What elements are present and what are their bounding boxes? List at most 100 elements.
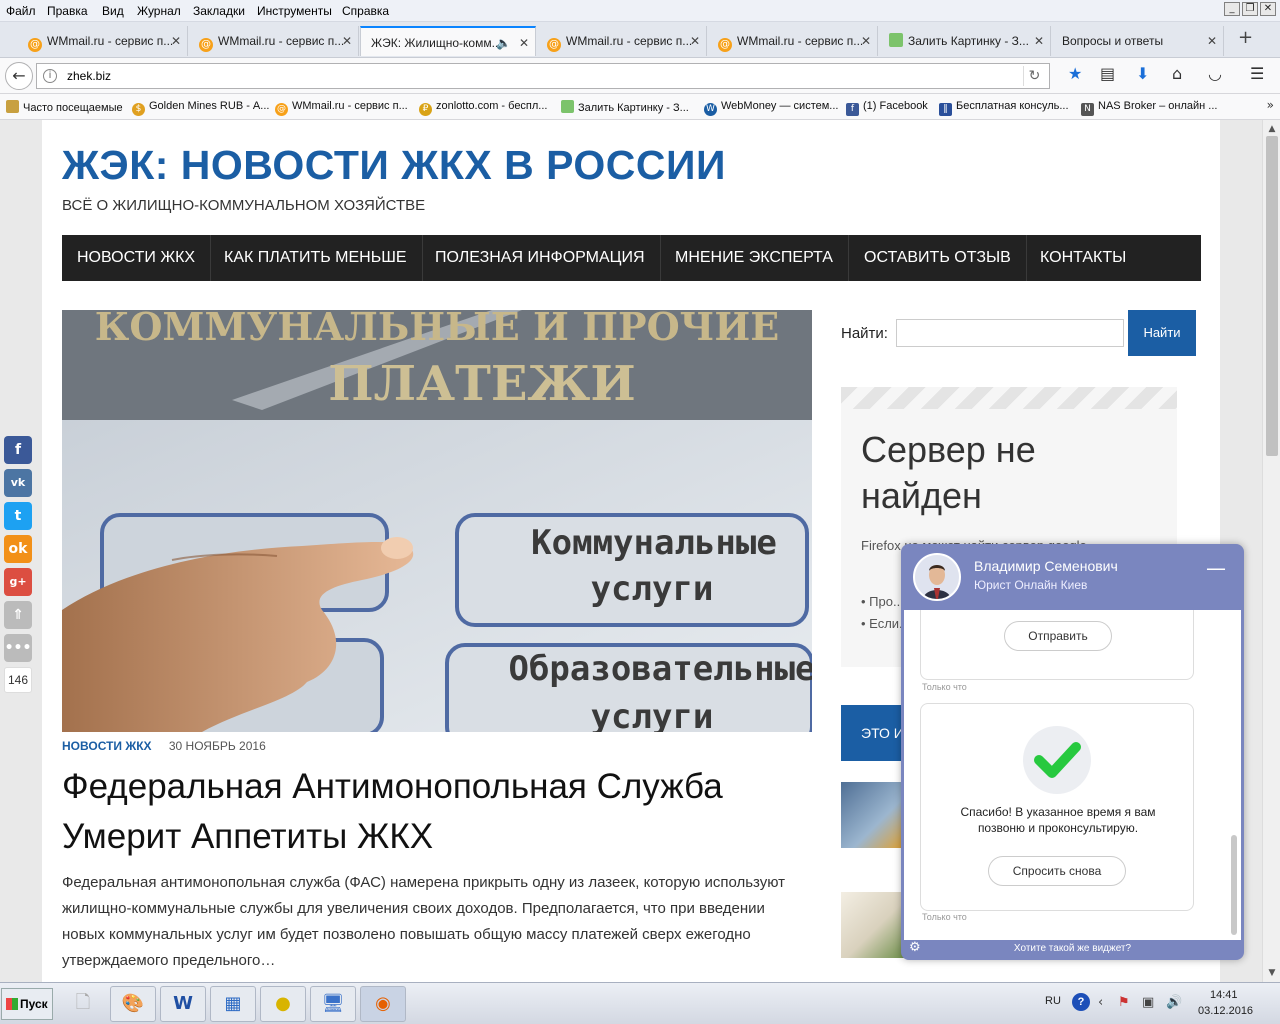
nav-expert-opinion[interactable]: МНЕНИЕ ЭКСПЕРТА	[660, 235, 849, 281]
firefox-icon[interactable]: ◉	[360, 986, 406, 1022]
nav-useful-info[interactable]: ПОЛЕЗНАЯ ИНФОРМАЦИЯ	[420, 235, 661, 281]
scroll-up-icon[interactable]: ▲	[1265, 122, 1279, 136]
bookmark-item[interactable]: W WebMoney — систем...	[704, 100, 838, 116]
odnoklassniki-icon[interactable]: ok	[4, 535, 32, 563]
scroll-thumb[interactable]	[1266, 136, 1278, 456]
close-tab-icon[interactable]: ✕	[690, 26, 700, 56]
paint-icon[interactable]: 🎨	[110, 986, 156, 1022]
bookmark-item[interactable]: Залить Картинку - З...	[561, 100, 689, 114]
tab-wmmail-3[interactable]: @ WMmail.ru - сервис п... ✕	[537, 26, 707, 56]
menu-history[interactable]: Журнал	[137, 4, 181, 18]
nav-contacts[interactable]: КОНТАКТЫ	[1025, 235, 1141, 281]
vk-icon[interactable]: vk	[4, 469, 32, 497]
expand-tray-icon[interactable]: ‹	[1098, 995, 1103, 1010]
consultant-role: Юрист Онлайн Киев	[974, 578, 1088, 592]
downloads-icon[interactable]: ⬇	[1136, 64, 1149, 83]
post-thumbnail[interactable]	[841, 892, 905, 958]
menu-edit[interactable]: Правка	[47, 4, 88, 18]
page-scrollbar[interactable]: ▲ ▼	[1262, 120, 1280, 982]
bookmark-item[interactable]: @ WMmail.ru - сервис п...	[275, 100, 408, 116]
close-tab-icon[interactable]: ✕	[342, 26, 352, 56]
remote-desktop-icon[interactable]: 🖥	[310, 986, 356, 1022]
ghost-vpn-icon[interactable]: ●	[260, 986, 306, 1022]
more-dots-icon[interactable]: •••	[4, 634, 32, 662]
clock-date[interactable]: 03.12.2016	[1198, 1005, 1253, 1017]
send-button[interactable]: Отправить	[1004, 621, 1112, 651]
tab-questions[interactable]: Вопросы и ответы ✕	[1052, 26, 1224, 56]
help-icon[interactable]: ?	[1072, 993, 1090, 1011]
network-icon[interactable]: ▣	[1142, 995, 1154, 1010]
close-tab-icon[interactable]: ✕	[861, 26, 871, 56]
tab-upload-image[interactable]: Залить Картинку - З... ✕	[879, 26, 1051, 56]
word-icon[interactable]: W	[160, 986, 206, 1022]
menu-bookmarks[interactable]: Закладки	[193, 4, 245, 18]
start-button[interactable]: Пуск	[1, 988, 53, 1020]
bookmark-item[interactable]: N NAS Broker – онлайн ...	[1081, 100, 1217, 116]
close-tab-icon[interactable]: ✕	[1207, 26, 1217, 56]
search-input[interactable]	[896, 319, 1124, 347]
close-tab-icon[interactable]: ✕	[171, 26, 181, 56]
widget-promo-link[interactable]: Хотите такой же виджет?	[901, 940, 1244, 960]
close-tab-icon[interactable]: ✕	[1034, 26, 1044, 56]
clock-time[interactable]: 14:41	[1210, 989, 1238, 1001]
speaker-icon[interactable]: 🔈	[496, 28, 511, 56]
collapse-up-icon[interactable]: ⇑	[4, 601, 32, 629]
post-category[interactable]: НОВОСТИ ЖКХ	[62, 739, 152, 753]
bookmark-item[interactable]: ₽ zonlotto.com - беспл...	[419, 100, 547, 116]
bookmark-label: WMmail.ru - сервис п...	[292, 100, 408, 112]
bookmark-item[interactable]: Часто посещаемые	[6, 100, 123, 114]
post-thumbnail[interactable]	[841, 782, 905, 848]
bookmark-star-icon[interactable]: ★	[1068, 64, 1082, 83]
windows-taskbar: Пуск 🗋 🎨 W ▦ ● 🖥 ◉ RU ? ‹ ⚑ ▣ 🔊 14:41 03…	[0, 982, 1280, 1024]
bookmark-item[interactable]: f (1) Facebook	[846, 100, 928, 116]
warning-stripes	[841, 387, 1177, 409]
nav-news[interactable]: НОВОСТИ ЖКХ	[62, 235, 212, 281]
new-tab-icon[interactable]: +	[1238, 27, 1253, 48]
back-icon[interactable]: ←	[5, 62, 33, 90]
menu-view[interactable]: Вид	[102, 4, 124, 18]
language-indicator[interactable]: RU	[1045, 995, 1061, 1007]
tab-wmmail-2[interactable]: @ WMmail.ru - сервис п... ✕	[189, 26, 359, 56]
bookmark-label: (1) Facebook	[863, 100, 928, 112]
nav-pay-less[interactable]: КАК ПЛАТИТЬ МЕНЬШЕ	[209, 235, 423, 281]
search-button[interactable]: Найти	[1128, 310, 1196, 356]
scroll-down-icon[interactable]: ▼	[1265, 966, 1279, 980]
reload-icon[interactable]: ↻	[1023, 66, 1045, 86]
close-tab-icon[interactable]: ✕	[519, 28, 529, 56]
tab-wmmail-1[interactable]: @ WMmail.ru - сервис п... ✕	[18, 26, 188, 56]
control-panel-icon[interactable]: ▦	[210, 986, 256, 1022]
featured-image[interactable]: КОММУНАЛЬНЫЕ И ПРОЧИЕ ПЛАТЕЖИ Коммунальн…	[62, 310, 812, 732]
home-icon[interactable]: ⌂	[1172, 64, 1182, 83]
tab-zhek-active[interactable]: ЖЭК: Жилищно-комм... 🔈 ✕	[360, 26, 536, 56]
post-title[interactable]: Федеральная Антимонопольная Служба Умери…	[62, 762, 812, 862]
more-bookmarks-icon[interactable]: »	[1267, 98, 1274, 112]
minimize-icon[interactable]: _	[1224, 2, 1240, 16]
restore-icon[interactable]: ❐	[1242, 2, 1258, 16]
bookmark-item[interactable]: $ Golden Mines RUB - А...	[132, 100, 269, 116]
chat-scrollbar[interactable]	[1231, 835, 1237, 935]
library-icon[interactable]: ▤	[1100, 64, 1115, 83]
tab-wmmail-4[interactable]: @ WMmail.ru - сервис п... ✕	[708, 26, 878, 56]
document-icon[interactable]: 🗋	[60, 986, 106, 1022]
volume-icon[interactable]: 🔊	[1166, 995, 1182, 1010]
menu-file[interactable]: Файл	[6, 4, 36, 18]
facebook-icon[interactable]: f	[4, 436, 32, 464]
url-bar[interactable]: i zhek.biz ↻	[36, 63, 1050, 89]
hamburger-menu-icon[interactable]: ☰	[1250, 64, 1264, 83]
google-plus-icon[interactable]: g+	[4, 568, 32, 596]
ask-again-button[interactable]: Спросить снова	[988, 856, 1126, 886]
flag-icon[interactable]: ⚑	[1118, 995, 1130, 1010]
site-title[interactable]: ЖЭК: НОВОСТИ ЖКХ В РОССИИ	[62, 142, 726, 189]
bookmark-item[interactable]: ‖ Бесплатная консуль...	[939, 100, 1069, 116]
chat-header[interactable]: Владимир Семенович Юрист Онлайн Киев —	[901, 544, 1244, 610]
twitter-icon[interactable]: t	[4, 502, 32, 530]
menu-tools[interactable]: Инструменты	[257, 4, 332, 18]
pocket-icon[interactable]: ◡	[1208, 64, 1222, 83]
minimize-icon[interactable]: —	[1206, 556, 1226, 580]
nav-leave-review[interactable]: ОСТАВИТЬ ОТЗЫВ	[849, 235, 1027, 281]
info-icon[interactable]: i	[43, 69, 57, 83]
close-icon[interactable]: ✕	[1260, 2, 1276, 16]
error-title: Сервер не найден	[861, 429, 1036, 516]
post-meta: НОВОСТИ ЖКХ 30 НОЯБРЬ 2016	[62, 739, 266, 753]
menu-help[interactable]: Справка	[342, 4, 389, 18]
